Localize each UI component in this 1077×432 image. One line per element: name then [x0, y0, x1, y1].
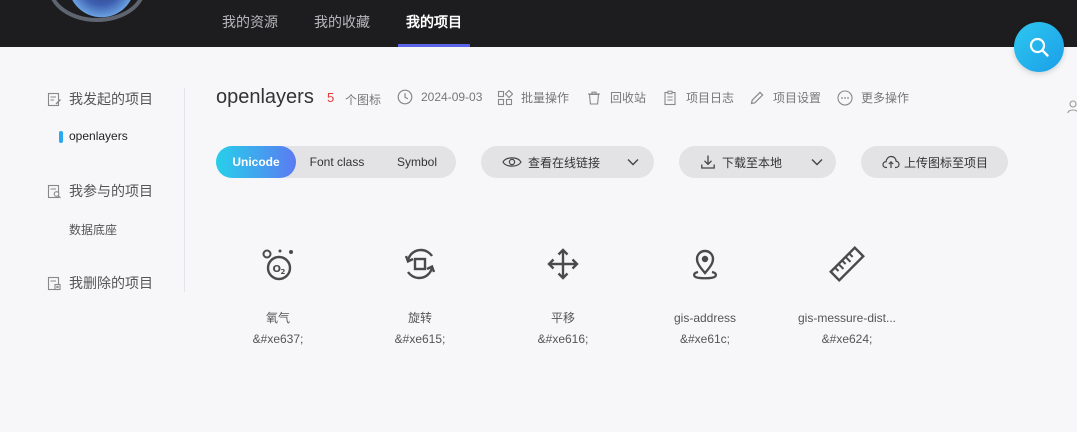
svg-text:2: 2	[281, 268, 286, 276]
user-icon[interactable]	[1067, 100, 1077, 114]
clipboard-icon	[664, 90, 676, 105]
view-online-link-label: 查看在线链接	[528, 155, 601, 170]
cloud-upload-icon	[882, 155, 900, 169]
upload-icons-label: 上传图标至项目	[904, 155, 989, 170]
tab-unicode[interactable]: Unicode	[216, 146, 296, 178]
tab-symbol[interactable]: Symbol	[378, 146, 456, 178]
icon-card[interactable]: O 2 氧气 &#xe637;	[218, 240, 338, 347]
sidebar-group-joined[interactable]: 我参与的项目	[47, 181, 153, 201]
top-navigation-bar: 我的资源 我的收藏 我的项目	[0, 0, 1077, 47]
icon-name: 平移	[550, 311, 575, 325]
trash-icon	[588, 91, 600, 105]
sidebar-item-openlayers[interactable]: openlayers	[69, 129, 128, 143]
more-actions-button[interactable]: 更多操作	[837, 89, 909, 106]
icon-code: &#xe61c;	[679, 332, 731, 346]
nav-my-projects[interactable]: 我的项目	[398, 0, 470, 47]
tab-font-class[interactable]: Font class	[296, 146, 378, 178]
icon-card[interactable]: 平移 &#xe616;	[503, 240, 623, 347]
icon-name: 旋转	[407, 311, 432, 325]
icon-count: 5	[327, 90, 335, 105]
project-date-text: 2024-09-03	[421, 90, 483, 104]
pencil-icon	[750, 91, 764, 104]
download-icon	[701, 155, 715, 169]
more-actions-label: 更多操作	[861, 91, 910, 105]
download-local-dropdown[interactable]: 下载至本地	[679, 146, 836, 178]
icon-name: gis-address	[673, 311, 737, 325]
icon-code: &#xe616;	[537, 332, 589, 346]
sidebar-group-label: 我参与的项目	[69, 183, 153, 199]
search-icon	[1029, 37, 1049, 57]
ruler-icon	[829, 246, 865, 282]
project-title: openlayers	[216, 86, 314, 108]
batch-operation-button[interactable]: 批量操作	[497, 89, 569, 106]
sidebar-group-initiated[interactable]: 我发起的项目	[47, 89, 153, 109]
clock-icon	[397, 89, 413, 105]
nav-my-resources[interactable]: 我的资源	[222, 0, 278, 47]
user-avatar-logo[interactable]	[48, 0, 146, 22]
icon-count-unit: 个图标	[345, 93, 382, 107]
chevron-down-icon	[627, 159, 639, 166]
grid-icon	[497, 89, 513, 105]
project-log-button[interactable]: 项目日志	[662, 89, 734, 106]
project-settings-label: 项目设置	[773, 91, 822, 105]
icon-code: &#xe624;	[821, 332, 873, 346]
edit-doc-icon	[47, 92, 61, 106]
icon-name: 氧气	[265, 311, 290, 325]
icon-card[interactable]: 旋转 &#xe615;	[360, 240, 480, 347]
view-online-link-dropdown[interactable]: 查看在线链接	[481, 146, 654, 178]
active-item-marker	[59, 131, 63, 143]
download-local-label: 下载至本地	[722, 155, 783, 170]
format-switcher: Unicode Font class Symbol	[216, 146, 456, 178]
sidebar-item-data-base[interactable]: 数据底座	[69, 221, 117, 238]
sidebar-group-label: 我删除的项目	[69, 275, 153, 291]
icon-name: gis-messure-dist...	[797, 311, 897, 325]
pan-move-icon	[547, 248, 579, 280]
sidebar-divider	[184, 88, 185, 292]
sidebar-group-deleted[interactable]: 我删除的项目	[47, 273, 153, 293]
icon-card[interactable]: gis-messure-dist... &#xe624;	[787, 240, 907, 347]
delete-doc-icon	[47, 276, 61, 290]
more-icon	[837, 89, 853, 106]
search-button[interactable]	[1014, 22, 1064, 72]
recycle-bin-button[interactable]: 回收站	[586, 89, 646, 106]
recycle-bin-label: 回收站	[610, 91, 647, 105]
search-doc-icon	[47, 184, 61, 198]
chevron-down-icon	[811, 159, 823, 166]
sidebar-group-label: 我发起的项目	[69, 91, 153, 107]
icon-code: &#xe637;	[252, 332, 304, 346]
icon-card[interactable]: gis-address &#xe61c;	[645, 240, 765, 347]
project-settings-button[interactable]: 项目设置	[749, 89, 821, 106]
batch-operation-label: 批量操作	[521, 91, 570, 105]
upload-icons-button[interactable]: 上传图标至项目	[861, 146, 1008, 178]
nav-my-favorites[interactable]: 我的收藏	[314, 0, 370, 47]
icon-code: &#xe615;	[394, 332, 446, 346]
eye-icon	[502, 157, 522, 167]
project-date: 2024-09-03	[397, 89, 482, 105]
project-log-label: 项目日志	[686, 91, 735, 105]
oxygen-icon: O 2	[262, 249, 293, 281]
rotate-icon	[404, 248, 436, 280]
main-nav: 我的资源 我的收藏 我的项目	[222, 0, 498, 47]
location-pin-icon	[693, 249, 717, 280]
